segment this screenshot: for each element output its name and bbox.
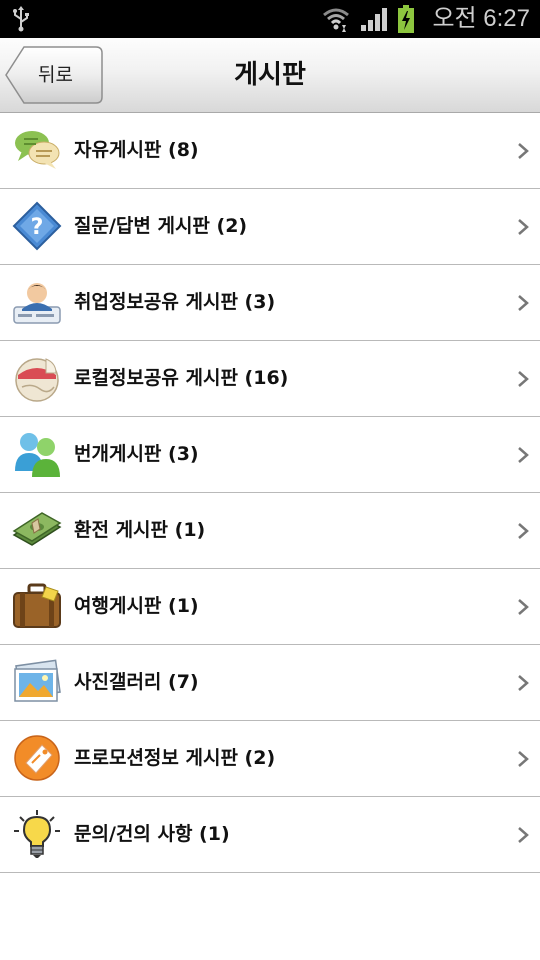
list-item-qna-board[interactable]: ? 질문/답변 게시판 (2) [0, 189, 540, 265]
chevron-right-icon [518, 751, 529, 767]
chevron-right-icon [518, 827, 529, 843]
list-item-meetup-board[interactable]: 번개게시판 (3) [0, 417, 540, 493]
chevron-right-icon [518, 447, 529, 463]
list-item-promotion-board[interactable]: 프로모션정보 게시판 (2) [0, 721, 540, 797]
chat-bubbles-icon [15, 131, 60, 169]
photo-gallery-icon [14, 659, 61, 702]
lightbulb-icon [14, 810, 60, 858]
usb-icon [13, 6, 29, 32]
wifi-icon [323, 8, 349, 32]
list-item-job-board[interactable]: 취업정보공유 게시판 (3) [0, 265, 540, 341]
list-item-free-board[interactable]: 자유게시판 (8) [0, 113, 540, 189]
chevron-right-icon [518, 675, 529, 691]
status-bar: 오전 6:27 [0, 0, 540, 38]
battery-charging-icon [398, 5, 414, 33]
clock-time: 오전 6:27 [432, 5, 530, 32]
chevron-right-icon [518, 523, 529, 539]
chevron-right-icon [518, 599, 529, 615]
chevron-right-icon [518, 219, 529, 235]
promotion-tag-icon [14, 735, 60, 781]
list-item-label: 프로모션정보 게시판 (2) [74, 747, 276, 769]
list-item-label: 사진갤러리 (7) [74, 671, 199, 693]
signal-icon [361, 8, 387, 31]
money-icon [12, 512, 62, 546]
list-item-label: 문의/건의 사항 (1) [74, 823, 230, 845]
list-item-label: 취업정보공유 게시판 (3) [74, 291, 276, 313]
list-item-inquiry-board[interactable]: 문의/건의 사항 (1) [0, 797, 540, 873]
list-item-label: 자유게시판 (8) [74, 139, 199, 161]
back-button[interactable]: 뒤로 [4, 45, 104, 105]
chevron-right-icon [518, 371, 529, 387]
list-item-local-board[interactable]: 로컬정보공유 게시판 (16) [0, 341, 540, 417]
list-item-label: 환전 게시판 (1) [74, 519, 206, 541]
svg-text:?: ? [31, 215, 44, 240]
board-list: 자유게시판 (8) ? 질문/답변 게시판 (2) 취업정보공유 게시판 (3) [0, 113, 540, 873]
chevron-right-icon [518, 143, 529, 159]
title-bar: 뒤로 게시판 [0, 38, 540, 113]
list-item-label: 로컬정보공유 게시판 (16) [74, 367, 289, 389]
people-group-icon [15, 433, 60, 477]
list-item-exchange-board[interactable]: 환전 게시판 (1) [0, 493, 540, 569]
list-item-label: 번개게시판 (3) [74, 443, 199, 465]
job-person-icon [13, 283, 61, 324]
list-item-photo-gallery[interactable]: 사진갤러리 (7) [0, 645, 540, 721]
suitcase-icon [13, 583, 61, 628]
question-diamond-icon: ? [12, 201, 62, 251]
list-item-label: 질문/답변 게시판 (2) [74, 215, 248, 237]
list-item-label: 여행게시판 (1) [74, 595, 199, 617]
back-button-label: 뒤로 [38, 64, 73, 86]
local-map-sticker-icon [15, 358, 59, 402]
list-item-travel-board[interactable]: 여행게시판 (1) [0, 569, 540, 645]
chevron-right-icon [518, 295, 529, 311]
